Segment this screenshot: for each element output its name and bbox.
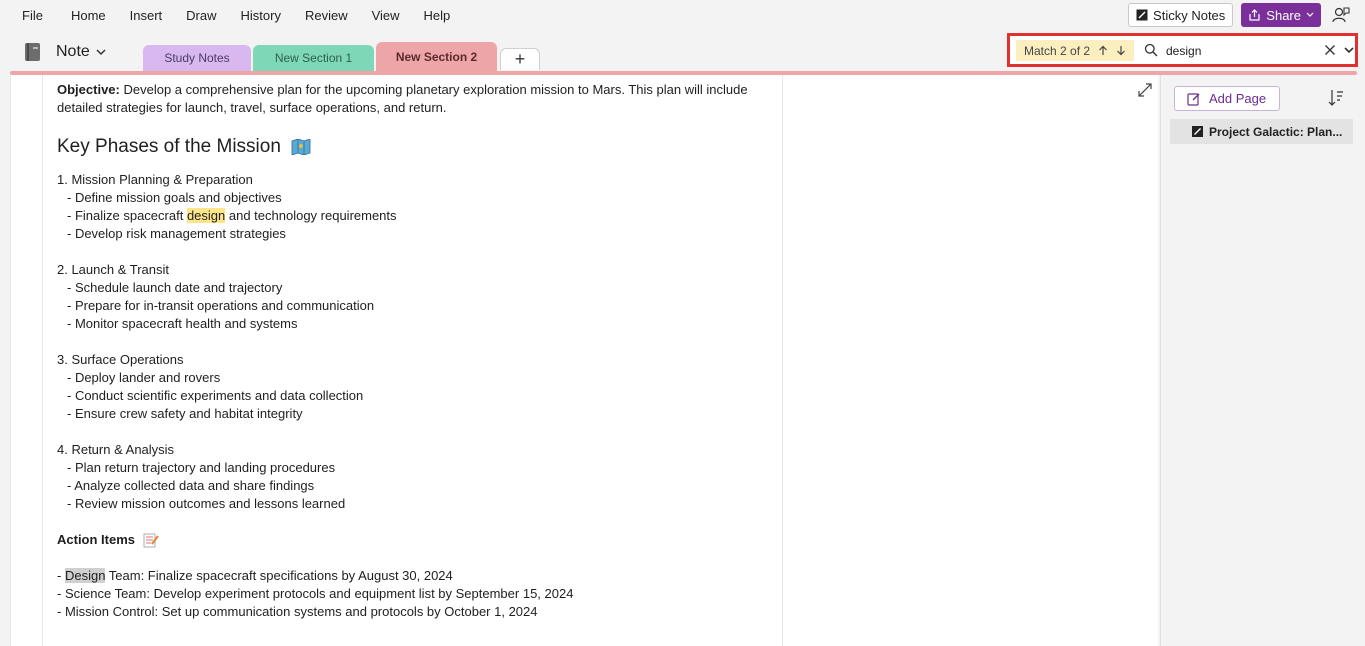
- phase-title: 1. Mission Planning & Preparation: [57, 172, 253, 187]
- objective-text: Develop a comprehensive plan for the upc…: [57, 82, 748, 115]
- search-input[interactable]: [1166, 41, 1316, 61]
- action-items-heading-text: Action Items: [57, 532, 136, 547]
- add-page-label: Add Page: [1209, 91, 1267, 106]
- objective-label: Objective:: [57, 82, 120, 97]
- notebook-selector[interactable]: Note: [56, 43, 106, 61]
- objective-paragraph: Objective: Develop a comprehensive plan …: [57, 81, 781, 117]
- phase-title: 4. Return & Analysis: [57, 442, 175, 457]
- add-page-button[interactable]: Add Page: [1174, 86, 1280, 111]
- list-item: - Ensure crew safety and habitat integri…: [67, 406, 303, 421]
- menu-insert[interactable]: Insert: [118, 0, 175, 32]
- chevron-down-icon: [96, 48, 106, 55]
- menu-draw[interactable]: Draw: [174, 0, 228, 32]
- menu-view[interactable]: View: [360, 0, 412, 32]
- note-content[interactable]: Objective: Develop a comprehensive plan …: [57, 81, 781, 621]
- search-box: Match 2 of 2: [1007, 33, 1358, 67]
- sticky-notes-button[interactable]: Sticky Notes: [1128, 3, 1234, 27]
- list-item: - Finalize spacecraft design and technol…: [67, 208, 397, 223]
- page-margin-line: [42, 75, 43, 646]
- match-indicator: Match 2 of 2: [1016, 40, 1135, 61]
- list-item: - Review mission outcomes and lessons le…: [67, 496, 346, 511]
- expand-icon[interactable]: [1138, 83, 1152, 97]
- add-section-button[interactable]: +: [500, 48, 540, 70]
- search-icon: [1144, 43, 1158, 57]
- page-container-border: [782, 75, 783, 646]
- share-label: Share: [1266, 7, 1301, 23]
- menu-home[interactable]: Home: [59, 0, 118, 32]
- share-icon: [1249, 9, 1260, 21]
- phase-4: 4. Return & Analysis - Plan return traje…: [57, 441, 781, 513]
- search-match-current: Design: [64, 568, 106, 583]
- list-item: - Monitor spacecraft health and systems: [67, 316, 298, 331]
- list-item: - Plan return trajectory and landing pro…: [67, 460, 336, 475]
- list-item: - Deploy lander and rovers: [67, 370, 221, 385]
- menu-history[interactable]: History: [229, 0, 293, 32]
- phase-title: 2. Launch & Transit: [57, 262, 170, 277]
- sticky-note-icon: [1136, 9, 1148, 21]
- list-item: - Analyze collected data and share findi…: [67, 478, 315, 493]
- tab-new-section-2[interactable]: New Section 2: [376, 42, 497, 72]
- chevron-down-icon[interactable]: [1343, 43, 1355, 57]
- close-icon[interactable]: [1323, 43, 1337, 57]
- phases-heading: Key Phases of the Mission: [57, 135, 781, 159]
- phase-3: 3. Surface Operations - Deploy lander an…: [57, 351, 781, 423]
- tab-study-notes[interactable]: Study Notes: [143, 45, 251, 71]
- action-items-heading: Action Items: [57, 531, 781, 549]
- action-item: - Design Team: Finalize spacecraft speci…: [57, 568, 453, 583]
- chevron-down-icon: [1306, 12, 1314, 17]
- notebook-name: Note: [56, 43, 90, 60]
- feedback-person-icon[interactable]: [1329, 3, 1353, 27]
- phases-heading-text: Key Phases of the Mission: [57, 136, 281, 157]
- menu-bar: File Home Insert Draw History Review Vie…: [0, 0, 1365, 32]
- page-list-item[interactable]: Project Galactic: Plan...: [1170, 119, 1353, 144]
- phase-1: 1. Mission Planning & Preparation - Defi…: [57, 171, 781, 243]
- add-page-icon: [1187, 92, 1200, 106]
- menu-review[interactable]: Review: [293, 0, 360, 32]
- share-button[interactable]: Share: [1241, 3, 1321, 27]
- menubar-actions: Sticky Notes Share: [1128, 3, 1353, 27]
- search-match-highlight: design: [186, 208, 226, 223]
- sort-icon[interactable]: [1328, 89, 1344, 107]
- list-item: - Define mission goals and objectives: [67, 190, 282, 205]
- list-item: - Schedule launch date and trajectory: [67, 280, 283, 295]
- action-item: - Mission Control: Set up communication …: [57, 604, 538, 619]
- page-canvas[interactable]: Objective: Develop a comprehensive plan …: [10, 75, 1158, 646]
- page-title: Project Galactic: Plan...: [1209, 124, 1343, 139]
- page-edit-icon: [1192, 126, 1203, 137]
- tab-new-section-1[interactable]: New Section 1: [253, 45, 374, 71]
- match-count: Match 2 of 2: [1024, 43, 1091, 58]
- phase-2: 2. Launch & Transit - Schedule launch da…: [57, 261, 781, 333]
- action-item: - Science Team: Develop experiment proto…: [57, 586, 574, 601]
- arrow-down-icon[interactable]: [1116, 45, 1126, 56]
- pages-pane: Add Page Project Galactic: Plan...: [1160, 75, 1365, 646]
- list-item: - Prepare for in-transit operations and …: [67, 298, 375, 313]
- memo-icon: [143, 533, 159, 548]
- notebook-icon[interactable]: [24, 42, 42, 62]
- menu-help[interactable]: Help: [412, 0, 463, 32]
- list-item: - Conduct scientific experiments and dat…: [67, 388, 364, 403]
- phase-title: 3. Surface Operations: [57, 352, 184, 367]
- map-icon: [291, 139, 311, 155]
- list-item: - Develop risk management strategies: [67, 226, 286, 241]
- arrow-up-icon[interactable]: [1098, 45, 1108, 56]
- menu-file[interactable]: File: [0, 0, 59, 32]
- sticky-notes-label: Sticky Notes: [1153, 7, 1226, 23]
